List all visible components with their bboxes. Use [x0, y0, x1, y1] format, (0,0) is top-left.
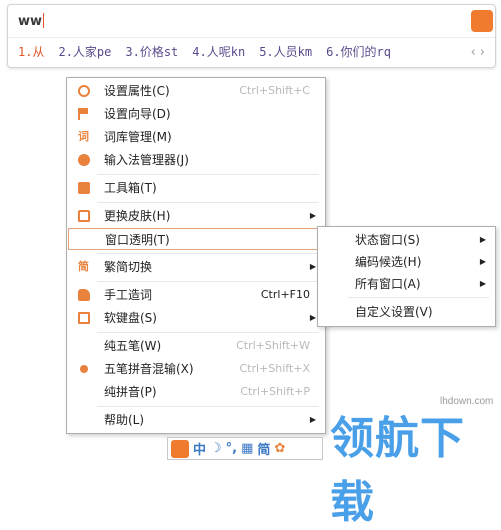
punctuation-icon[interactable]: °, [226, 441, 237, 456]
radio-dot-icon [80, 365, 88, 373]
submenu-arrow-icon: ▶ [309, 262, 316, 271]
simplified-toggle[interactable]: 简 [257, 439, 270, 458]
submenu-arrow-icon: ▶ [479, 257, 486, 266]
menu-item-soft-keyboard[interactable]: 软键盘(S) ▶ [68, 307, 324, 329]
ime-logo-icon[interactable] [171, 439, 189, 458]
candidate-item[interactable]: 2.人家pe [58, 43, 111, 63]
menu-item-simp-trad[interactable]: 简 繁简切换 ▶ [68, 256, 324, 278]
menu-item-pure-pinyin[interactable]: 纯拼音(P) Ctrl+Shift+P [68, 381, 324, 403]
submenu-arrow-icon: ▶ [309, 415, 316, 424]
keyboard-icon[interactable]: ▦ [241, 441, 253, 456]
text-caret [43, 13, 45, 28]
menu-separator [97, 253, 319, 254]
menu-separator [97, 332, 319, 333]
composition-text: ww [18, 13, 45, 29]
lexicon-icon: 词 [78, 130, 89, 143]
menu-separator [97, 406, 319, 407]
candidate-list: 1.从 2.人家pe 3.价格st 4.人呢kn 5.人员km 6.你们的rq [18, 43, 391, 63]
divider [8, 37, 495, 38]
gear-icon[interactable]: ✿ [274, 441, 285, 456]
menu-item-transparency[interactable]: 窗口透明(T) [68, 228, 324, 250]
candidate-item[interactable]: 1.从 [18, 43, 44, 63]
page-arrows[interactable]: ‹› [471, 45, 489, 60]
candidate-item[interactable]: 6.你们的rq [326, 43, 391, 63]
submenu-item-code-candidates[interactable]: 编码候选(H) ▶ [319, 251, 494, 273]
submenu-arrow-icon: ▶ [309, 211, 316, 220]
submenu-arrow-icon: ▶ [479, 279, 486, 288]
menu-separator [348, 297, 489, 298]
menu-separator [97, 202, 319, 203]
submenu-item-status-window[interactable]: 状态窗口(S) ▶ [319, 229, 494, 251]
menu-item-input-manager[interactable]: 输入法管理器(J) [68, 149, 324, 171]
submenu-arrow-icon: ▶ [309, 313, 316, 322]
submenu-arrow-icon: ▶ [479, 235, 486, 244]
menu-item-manual-word[interactable]: 手工造词 Ctrl+F10 [68, 284, 324, 306]
simplified-traditional-icon: 简 [78, 260, 89, 273]
input-manager-icon [78, 154, 90, 166]
shirt-icon [78, 210, 90, 222]
gear-icon [78, 85, 90, 97]
ime-logo-icon[interactable] [471, 10, 493, 32]
ime-status-bar: 中 ☽ °, ▦ 简 ✿ [167, 437, 323, 460]
hand-icon [78, 289, 90, 301]
menu-separator [97, 174, 319, 175]
menu-separator [97, 281, 319, 282]
candidate-item[interactable]: 4.人呢kn [192, 43, 245, 63]
menu-item-help[interactable]: 帮助(L) ▶ [68, 409, 324, 431]
menu-item-skin[interactable]: 更换皮肤(H) ▶ [68, 205, 324, 227]
candidate-item[interactable]: 5.人员km [259, 43, 312, 63]
menu-item-toolbox[interactable]: 工具箱(T) [68, 177, 324, 199]
keyboard-icon [78, 312, 90, 324]
candidate-item[interactable]: 3.价格st [125, 43, 178, 63]
candidate-window: ww 1.从 2.人家pe 3.价格st 4.人呢kn 5.人员km 6.你们的… [7, 4, 496, 68]
flag-icon [78, 108, 92, 120]
toolbox-icon [78, 182, 90, 194]
menu-item-settings[interactable]: 设置属性(C) Ctrl+Shift+C [68, 80, 324, 102]
chinese-mode-toggle[interactable]: 中 [193, 439, 206, 458]
menu-item-wizard[interactable]: 设置向导(D) [68, 103, 324, 125]
watermark-logo: 领航下载 [330, 413, 465, 528]
submenu-item-custom-settings[interactable]: 自定义设置(V) [319, 301, 494, 323]
menu-item-pure-wubi[interactable]: 纯五笔(W) Ctrl+Shift+W [68, 335, 324, 357]
menu-item-wubi-pinyin[interactable]: 五笔拼音混输(X) Ctrl+Shift+X [68, 358, 324, 380]
menu-item-lexicon[interactable]: 词 词库管理(M) [68, 126, 324, 148]
submenu-item-all-windows[interactable]: 所有窗口(A) ▶ [319, 273, 494, 295]
context-menu: 设置属性(C) Ctrl+Shift+C 设置向导(D) 词 词库管理(M) 输… [66, 77, 326, 434]
transparency-submenu: 状态窗口(S) ▶ 编码候选(H) ▶ 所有窗口(A) ▶ 自定义设置(V) [317, 226, 496, 327]
half-width-moon-icon[interactable]: ☽ [210, 441, 222, 456]
